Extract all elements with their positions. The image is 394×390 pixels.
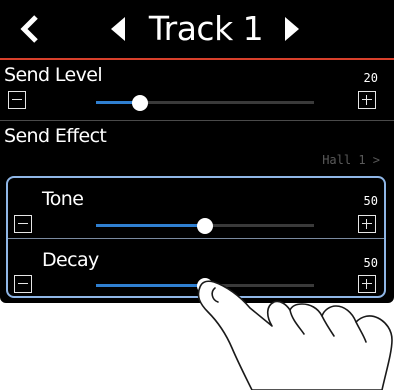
tone-label: Tone	[42, 188, 84, 210]
tone-decrease-button[interactable]	[14, 215, 32, 233]
header-divider	[0, 58, 394, 60]
tone-slider-fill	[96, 224, 205, 227]
decay-slider-fill	[96, 284, 205, 287]
send-level-increase-button[interactable]	[358, 91, 376, 109]
row-divider	[0, 120, 394, 121]
decay-decrease-button[interactable]	[14, 275, 32, 293]
send-effect-value[interactable]: Hall 1 >	[300, 153, 380, 167]
send-level-slider-knob[interactable]	[132, 94, 148, 111]
send-level-slider[interactable]	[96, 94, 314, 111]
header: Track 1	[0, 0, 394, 58]
chevron-left-icon	[20, 15, 38, 43]
track-title: Track 1	[148, 9, 264, 48]
row-divider	[8, 238, 384, 239]
decay-increase-button[interactable]	[358, 275, 376, 293]
decay-label: Decay	[42, 249, 99, 271]
previous-track-button[interactable]	[98, 0, 138, 58]
decay-slider-knob[interactable]	[197, 277, 213, 294]
device-screen: Track 1 Send Level 20 Send Effect Hall 1…	[0, 0, 394, 303]
send-level-label: Send Level	[4, 64, 103, 86]
send-level-value: 20	[363, 71, 378, 85]
send-effect-label: Send Effect	[4, 125, 107, 147]
tone-value: 50	[363, 194, 378, 208]
back-button[interactable]	[0, 0, 60, 58]
decay-value: 50	[363, 256, 378, 270]
decay-slider[interactable]	[96, 277, 314, 294]
send-level-decrease-button[interactable]	[8, 91, 26, 109]
tone-increase-button[interactable]	[358, 215, 376, 233]
triangle-left-icon	[111, 17, 125, 41]
tone-slider[interactable]	[96, 217, 314, 234]
triangle-right-icon	[285, 17, 299, 41]
next-track-button[interactable]	[272, 0, 312, 58]
tone-slider-knob[interactable]	[197, 217, 213, 234]
